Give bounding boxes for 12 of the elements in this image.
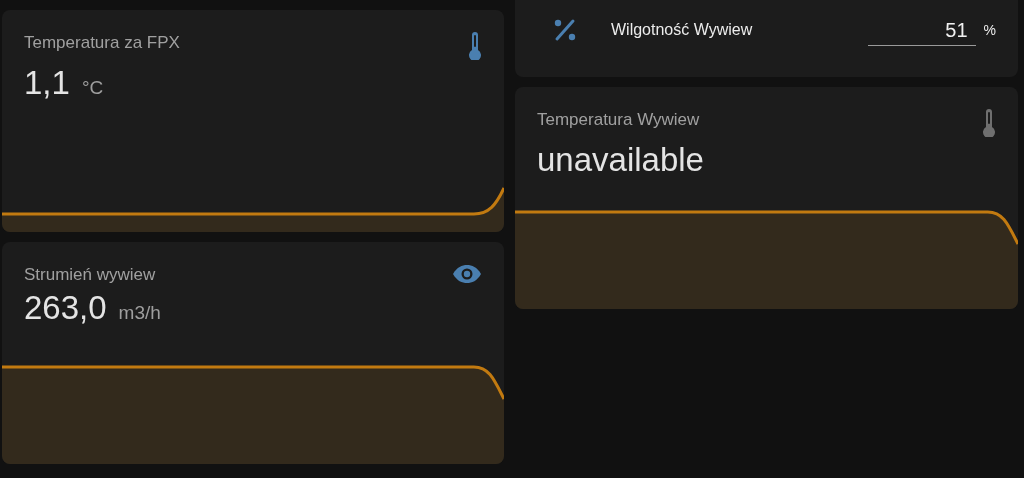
unit-label: °C	[81, 77, 104, 99]
sensor-value: 263,0	[24, 289, 107, 327]
entity-name: Wilgotność Wywiew	[611, 20, 754, 39]
sensor-value: 1,1	[24, 64, 70, 102]
percent-icon	[553, 17, 577, 42]
unit-label: m3/h	[118, 302, 161, 324]
card-title: Temperatura za FPX	[24, 33, 180, 54]
unit-label: %	[983, 21, 996, 38]
number-input[interactable]: 51	[867, 19, 976, 46]
card-title: Strumień wywiew	[24, 265, 156, 285]
card-title: Temperatura Wywiew	[537, 110, 700, 131]
sensor-value: unavailable	[537, 141, 704, 179]
